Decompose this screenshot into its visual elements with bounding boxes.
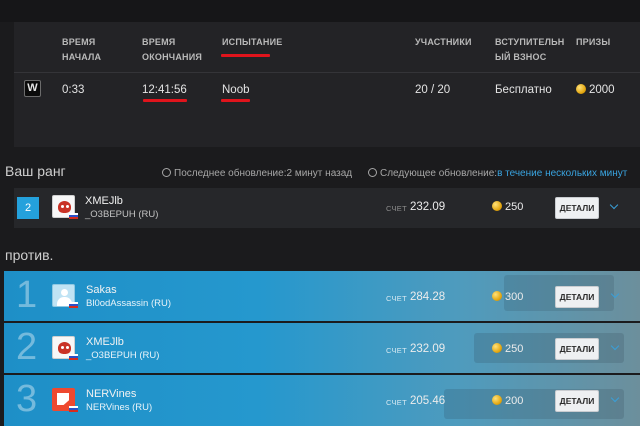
score-label: СЧЕТ (386, 294, 407, 303)
coin-icon (492, 291, 502, 301)
clock-icon (162, 168, 171, 177)
details-button[interactable]: ДЕТАЛИ (555, 390, 599, 412)
rank-badge: 2 (17, 197, 39, 219)
prize-amount: 300 (492, 291, 523, 303)
player-clan: _O3BEPUH (RU) (86, 350, 160, 361)
score-value: 232.09 (410, 201, 446, 213)
chevron-down-icon[interactable] (609, 200, 619, 210)
challenge-value-underline (221, 99, 250, 102)
details-button[interactable]: ДЕТАЛИ (555, 338, 599, 360)
coin-icon (576, 84, 586, 94)
score-label: СЧЕТ (386, 204, 407, 213)
player-name[interactable]: Sakas (86, 284, 117, 297)
player-name[interactable]: XMEJlb (86, 336, 124, 349)
prize-amount: 250 (492, 343, 523, 355)
opponent-row: 2 XMEJlb _O3BEPUH (RU) СЧЕТ 232.09 250 Д… (4, 323, 640, 373)
details-button[interactable]: ДЕТАЛИ (555, 286, 599, 308)
player-clan: _O3BEPUH (RU) (85, 209, 159, 220)
rank-number: 2 (16, 326, 38, 368)
header-entry-fee: ВСТУПИТЕЛЬН ЫЙ ВЗНОС (495, 37, 565, 62)
end-time-underline (143, 99, 187, 102)
player-name[interactable]: XMEJlb (85, 195, 123, 208)
coin-icon (492, 343, 502, 353)
participants-value: 20 / 20 (415, 84, 451, 96)
header-participants: УЧАСТНИКИ (415, 37, 472, 47)
coin-icon (492, 201, 502, 211)
header-prizes: ПРИЗЫ (576, 37, 611, 47)
flag-ru-icon (69, 406, 78, 412)
top-strip (0, 0, 640, 22)
game-logo-icon: W (24, 80, 41, 97)
your-rank-title: Ваш ранг (5, 163, 66, 179)
details-button[interactable]: ДЕТАЛИ (555, 197, 599, 219)
next-update: Следующее обновление:в течение нескольки… (368, 168, 627, 179)
challenge-value: Noob (222, 84, 250, 96)
end-time-value: 12:41:56 (142, 84, 187, 96)
header-start-time: ВРЕМЯ НАЧАЛА (62, 37, 102, 62)
score-label: СЧЕТ (386, 398, 407, 407)
flag-ru-icon (69, 354, 78, 360)
your-rank-row: 2 XMEJlb _O3BEPUH (RU) СЧЕТ 232.09 250 Д… (14, 188, 640, 228)
rank-number: 1 (16, 274, 38, 316)
flag-ru-icon (69, 213, 78, 219)
prize-value: 2000 (576, 83, 615, 97)
header-challenge: ИСПЫТАНИЕ (222, 37, 283, 47)
header-end-time: ВРЕМЯ ОКОНЧАНИЯ (142, 37, 203, 62)
coin-icon (492, 395, 502, 405)
opponent-row: 1 Sakas Bl0odAssassin (RU) СЧЕТ 284.28 3… (4, 271, 640, 321)
score-value: 205.46 (410, 395, 446, 407)
player-name[interactable]: NERVines (86, 388, 136, 401)
entry-fee-value: Бесплатно (495, 84, 552, 96)
opponent-row: 3 NERVines NERVines (RU) СЧЕТ 205.46 200… (4, 375, 640, 426)
player-clan: NERVines (RU) (86, 402, 153, 413)
rank-number: 3 (16, 378, 38, 420)
prize-amount: 250 (492, 201, 523, 213)
prize-amount: 200 (492, 395, 523, 407)
player-clan: Bl0odAssassin (RU) (86, 298, 171, 309)
table-divider (14, 72, 640, 73)
last-update: Последнее обновление:2 минут назад (162, 168, 352, 179)
challenge-underline (221, 54, 270, 57)
score-label: СЧЕТ (386, 346, 407, 355)
versus-title: против. (5, 247, 54, 263)
score-value: 232.09 (410, 343, 446, 355)
next-update-link[interactable]: в течение нескольких минут (497, 168, 627, 179)
flag-ru-icon (69, 302, 78, 308)
clock-icon (368, 168, 377, 177)
start-time-value: 0:33 (62, 84, 85, 96)
score-value: 284.28 (410, 291, 446, 303)
